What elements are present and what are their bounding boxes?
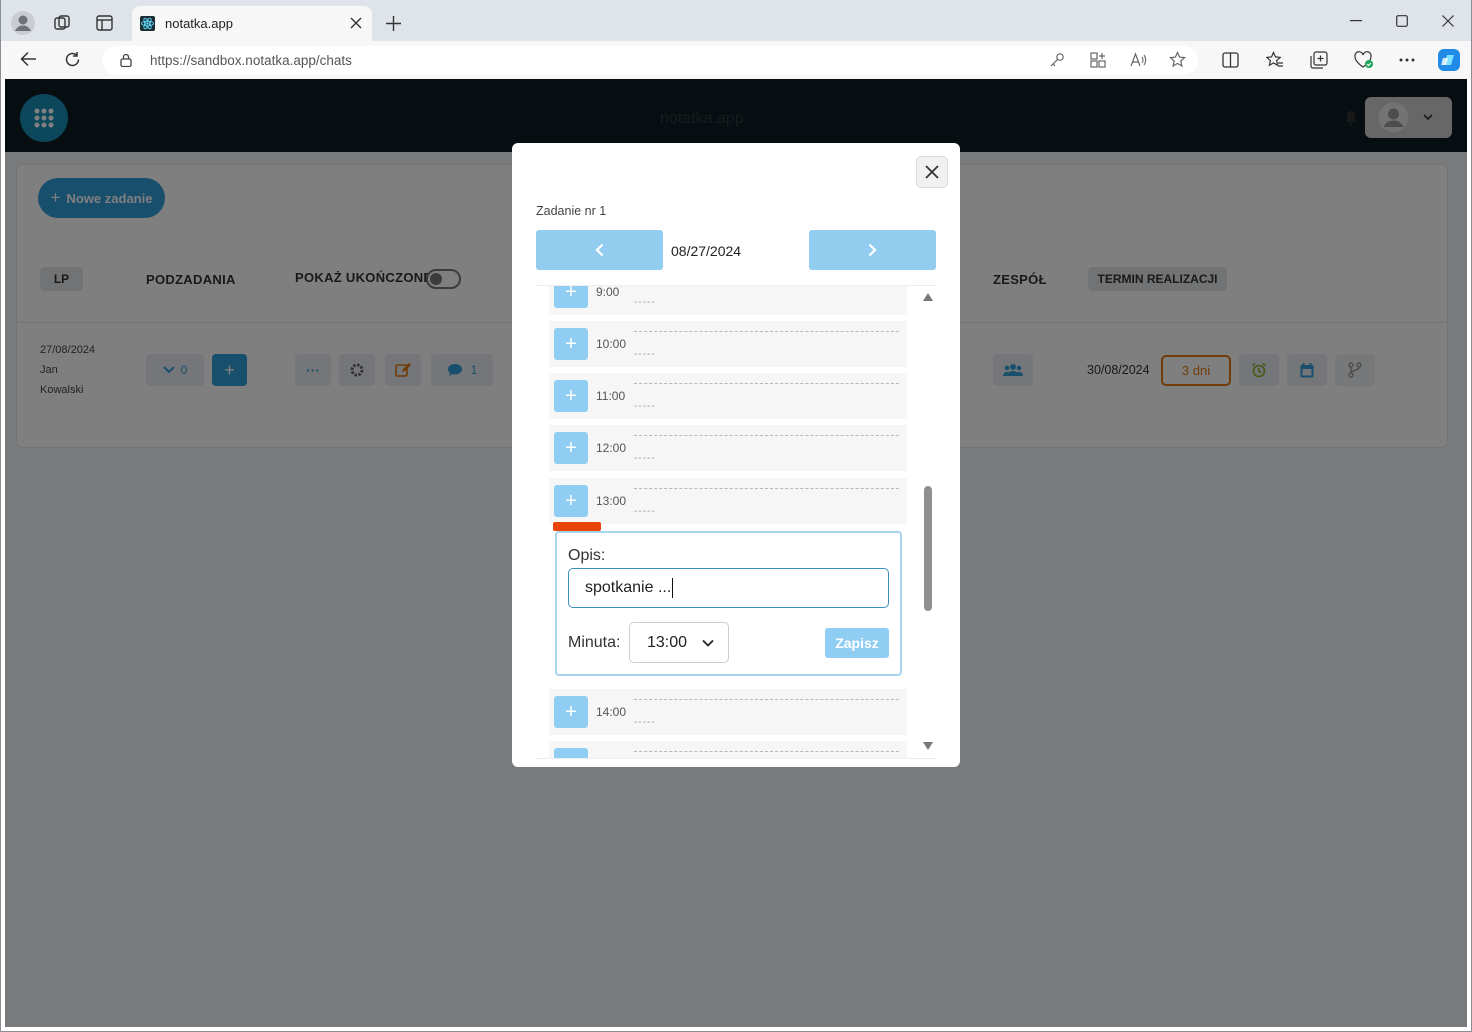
hour-slot: + [549, 741, 907, 758]
chevron-left-icon [595, 243, 604, 257]
hour-slot: + 14:00 ----- [549, 689, 907, 735]
slot-empty-note: ----- [634, 349, 656, 360]
add-note-button[interactable]: + [554, 748, 588, 758]
description-value: spotkanie ... [585, 579, 672, 596]
add-note-button[interactable]: + [554, 432, 588, 464]
key-icon[interactable] [1049, 52, 1065, 68]
profile-icon[interactable] [10, 10, 36, 36]
more-menu-icon[interactable] [1399, 58, 1415, 62]
minute-value: 13:00 [647, 633, 688, 651]
new-tab-icon[interactable] [386, 16, 401, 31]
current-date: 08/27/2024 [671, 243, 742, 259]
slot-separator [634, 435, 899, 436]
task-number-label: Zadanie nr 1 [536, 204, 607, 218]
minimize-icon[interactable] [1350, 20, 1362, 22]
slot-separator [634, 751, 899, 752]
app-install-icon[interactable] [1090, 52, 1106, 68]
description-label: Opis: [568, 547, 606, 564]
save-button[interactable]: Zapisz [825, 628, 889, 658]
tab-actions-icon[interactable] [96, 15, 113, 31]
hour-slot: + 11:00 ----- [549, 373, 907, 419]
lock-icon[interactable] [120, 53, 132, 67]
split-screen-icon[interactable] [1222, 52, 1239, 68]
chevron-down-icon [702, 639, 714, 647]
maximize-icon[interactable] [1396, 15, 1408, 27]
window-close-icon[interactable] [1442, 15, 1454, 27]
scroll-down-icon[interactable] [923, 742, 933, 750]
previous-day-button[interactable] [536, 230, 663, 270]
slot-empty-note: ----- [634, 297, 656, 308]
copilot-icon[interactable] [1437, 48, 1461, 72]
add-note-button[interactable]: + [554, 696, 588, 728]
next-day-button[interactable] [809, 230, 936, 270]
slot-empty-note: ----- [634, 401, 656, 412]
tab-close-icon[interactable] [350, 17, 362, 29]
refresh-icon[interactable] [64, 51, 81, 68]
slot-time: 9:00 [596, 285, 620, 299]
browser-essentials-icon[interactable] [1354, 51, 1374, 69]
chevron-right-icon [868, 243, 877, 257]
favorite-star-icon[interactable] [1169, 51, 1186, 68]
tab-favicon-icon [140, 16, 155, 31]
slot-time: 13:00 [596, 494, 627, 508]
hour-slot: + 9:00 ----- [549, 285, 907, 315]
description-input[interactable]: spotkanie ... [568, 568, 889, 608]
scroll-thumb[interactable] [924, 486, 932, 611]
scroll-up-icon[interactable] [923, 293, 933, 301]
slot-separator [634, 383, 899, 384]
workspaces-icon[interactable] [53, 14, 71, 32]
add-note-button[interactable]: + [554, 380, 588, 412]
close-icon [925, 165, 939, 179]
hour-slot: + 13:00 ----- [549, 478, 907, 524]
tab-title: notatka.app [165, 16, 233, 31]
slot-empty-note: ----- [634, 506, 656, 517]
slot-separator [634, 488, 899, 489]
slot-empty-note: ----- [634, 717, 656, 728]
favorites-icon[interactable] [1266, 51, 1284, 68]
highlight-annotation [553, 522, 601, 531]
text-caret [672, 578, 674, 598]
hour-slot: + 12:00 ----- [549, 425, 907, 471]
read-aloud-icon[interactable] [1130, 52, 1147, 68]
slot-time: 14:00 [596, 705, 627, 719]
add-note-button[interactable]: + [554, 286, 588, 308]
slot-separator [634, 699, 899, 700]
minute-label: Minuta: [568, 634, 621, 651]
modal-close-button[interactable] [916, 156, 948, 188]
slot-separator [634, 331, 899, 332]
back-icon[interactable] [20, 51, 37, 67]
add-note-button[interactable]: + [554, 328, 588, 360]
minute-select[interactable]: 13:00 [629, 622, 729, 663]
slot-time: 10:00 [596, 337, 627, 351]
slot-time: 11:00 [596, 389, 626, 403]
hour-slot: + 10:00 ----- [549, 321, 907, 367]
url-text[interactable]: https://sandbox.notatka.app/chats [150, 53, 352, 68]
slot-empty-note: ----- [634, 453, 656, 464]
slot-time: 12:00 [596, 441, 627, 455]
collections-icon[interactable] [1310, 51, 1328, 69]
add-note-button[interactable]: + [554, 485, 588, 517]
